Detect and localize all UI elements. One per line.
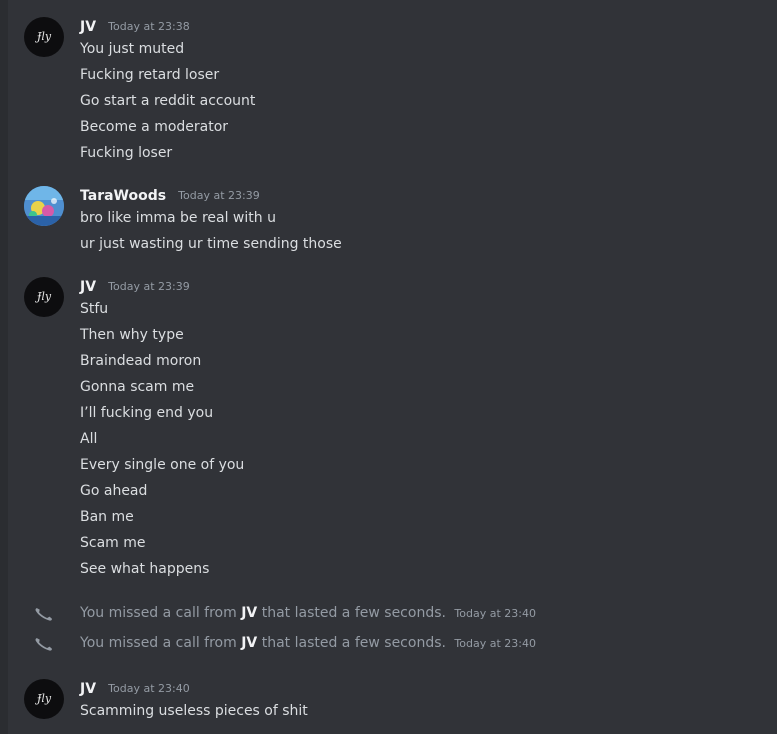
message-line: All	[80, 431, 98, 447]
message-header: JV Today at 23:40	[80, 678, 190, 700]
message-line: bro like imma be real with u	[80, 210, 276, 226]
message-line: I’ll fucking end you	[80, 405, 214, 421]
message-header: JV Today at 23:38	[80, 16, 190, 38]
message-line: Scam me	[80, 535, 146, 551]
timestamp[interactable]: Today at 23:40	[454, 607, 536, 620]
message-line: Go ahead	[80, 483, 148, 499]
caller-name[interactable]: JV	[241, 635, 257, 651]
timestamp[interactable]: Today at 23:38	[108, 16, 190, 38]
left-rail	[0, 0, 8, 734]
timestamp[interactable]: Today at 23:40	[108, 678, 190, 700]
avatar-tarawoods[interactable]	[24, 186, 64, 226]
missed-call-icon	[35, 638, 52, 651]
message-line: Gonna scam me	[80, 379, 195, 395]
avatar-artwork	[24, 186, 64, 226]
message-line: Fucking retard loser	[80, 67, 220, 83]
caller-name[interactable]: JV	[241, 605, 257, 621]
avatar-signature: Ɉly	[36, 30, 52, 43]
message-line: Stfu	[80, 301, 109, 317]
message-line: Fucking loser	[80, 145, 173, 161]
message-line: Braindead moron	[80, 353, 202, 369]
timestamp[interactable]: Today at 23:40	[454, 637, 536, 650]
timestamp[interactable]: Today at 23:39	[178, 185, 260, 207]
message-line: Become a moderator	[80, 119, 229, 135]
message-line: Go start a reddit account	[80, 93, 256, 109]
avatar-signature: Ɉly	[36, 692, 52, 705]
message-line: Every single one of you	[80, 457, 245, 473]
missed-call-icon	[35, 608, 52, 621]
avatar-jv[interactable]: Ɉly	[24, 277, 64, 317]
missed-call-text: You missed a call from JV that lasted a …	[80, 632, 536, 654]
message-line: You just muted	[80, 41, 185, 57]
message-line: ur just wasting ur time sending those	[80, 236, 342, 252]
username[interactable]: JV	[80, 16, 96, 38]
username[interactable]: JV	[80, 678, 96, 700]
message-line: See what happens	[80, 561, 210, 577]
call-suffix: that lasted a few seconds.	[261, 605, 446, 621]
message-line: Scamming useless pieces of shit	[80, 703, 308, 719]
message-line: Then why type	[80, 327, 184, 343]
timestamp[interactable]: Today at 23:39	[108, 276, 190, 298]
username[interactable]: TaraWoods	[80, 185, 166, 207]
message-header: JV Today at 23:39	[80, 276, 190, 298]
message-line: Ban me	[80, 509, 134, 525]
message-header: TaraWoods Today at 23:39	[80, 185, 260, 207]
call-prefix: You missed a call from	[80, 635, 237, 651]
call-prefix: You missed a call from	[80, 605, 237, 621]
avatar-jv[interactable]: Ɉly	[24, 17, 64, 57]
missed-call-text: You missed a call from JV that lasted a …	[80, 602, 536, 624]
call-suffix: that lasted a few seconds.	[261, 635, 446, 651]
username[interactable]: JV	[80, 276, 96, 298]
avatar-signature: Ɉly	[36, 290, 52, 303]
avatar-jv[interactable]: Ɉly	[24, 679, 64, 719]
